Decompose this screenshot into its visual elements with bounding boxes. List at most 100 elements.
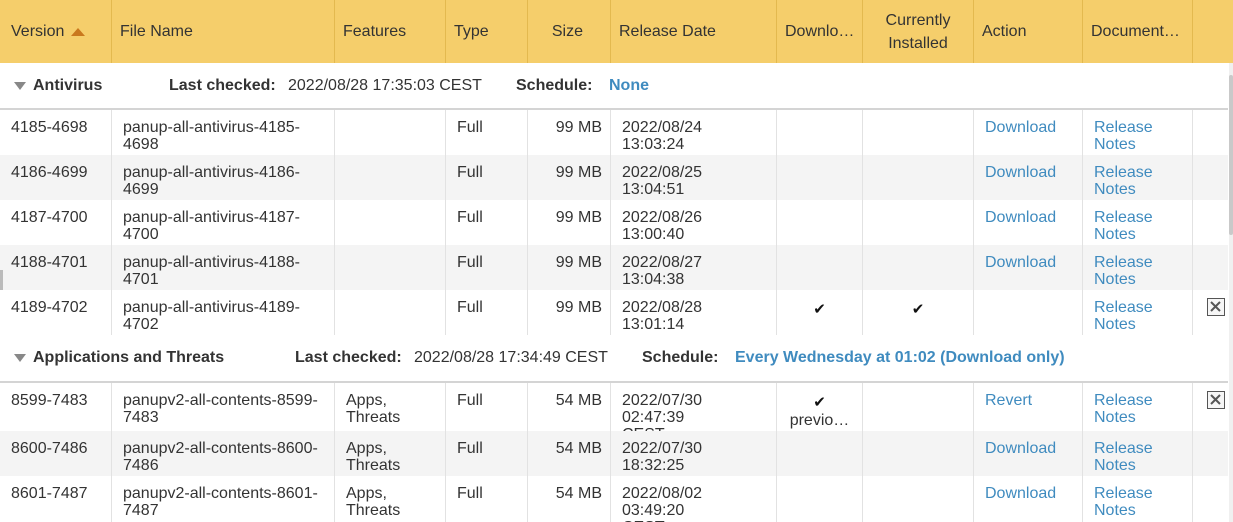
cell-doc: Release Notes xyxy=(1083,110,1193,155)
version-text: 4185-4698 xyxy=(11,119,88,136)
cell-size: 99 MB xyxy=(528,200,611,245)
release-date-text: 2022/08/28 13:01:14 xyxy=(622,299,703,333)
column-header-label: Release Date xyxy=(619,22,716,40)
cell-file: panup-all-antivirus-4187- 4700 xyxy=(112,200,335,245)
cell-features xyxy=(335,155,446,200)
resize-handle[interactable] xyxy=(0,270,3,290)
download-link[interactable]: Download xyxy=(985,119,1074,136)
scrollbar-thumb[interactable] xyxy=(1229,75,1233,235)
last-checked-label: Last checked: xyxy=(295,349,402,366)
column-header-release-date[interactable]: Release Date xyxy=(611,0,777,63)
cell-downloaded xyxy=(777,155,863,200)
collapse-triangle-icon xyxy=(14,354,26,362)
cell-doc: Release Notes xyxy=(1083,290,1193,335)
table-row[interactable]: 4186-4699 panup-all-antivirus-4186- 4699 Fu… xyxy=(0,155,1228,200)
file-name-text: panup-all-antivirus-4189- xyxy=(123,299,300,316)
cell-version: 8601-7487 xyxy=(0,476,112,522)
download-link[interactable]: Download xyxy=(985,485,1074,502)
table-row[interactable]: 4189-4702 panup-all-antivirus-4189- 4702 Fu… xyxy=(0,290,1228,335)
release-notes-link[interactable]: Release Notes xyxy=(1094,485,1184,519)
column-header-file-name[interactable]: File Name xyxy=(112,0,335,63)
release-notes-link[interactable]: Release Notes xyxy=(1094,440,1184,474)
release-date-text: 2022/08/26 13:00:40 xyxy=(622,209,703,243)
cell-date: 2022/08/02 03:49:20CEST xyxy=(611,476,777,522)
cell-action xyxy=(974,290,1083,335)
download-link[interactable]: Download xyxy=(985,209,1074,226)
schedule-link[interactable]: None xyxy=(609,63,649,108)
table-row[interactable]: 8601-7487 panupv2-all-contents-8601- 7487 A… xyxy=(0,476,1228,522)
column-header-label: Size xyxy=(551,22,583,40)
cell-features: Apps, Threats xyxy=(335,431,446,476)
cell-type: Full xyxy=(446,431,528,476)
group-toggle[interactable]: Antivirus xyxy=(14,63,102,108)
column-header-downloaded[interactable]: Downlo… xyxy=(777,0,863,63)
release-notes-link-line: Release xyxy=(1094,392,1153,409)
installed-checkmark-icon: ✔ xyxy=(911,301,925,318)
column-header-label: Downlo… xyxy=(785,22,855,40)
features-text: Apps, xyxy=(346,392,387,409)
column-header-size[interactable]: Size xyxy=(528,0,611,63)
file-name-text: 4698 xyxy=(123,136,159,153)
release-notes-link-line: Release xyxy=(1094,440,1153,457)
cell-date: 2022/08/28 13:01:14CEST xyxy=(611,290,777,335)
cell-action: Download xyxy=(974,110,1083,155)
last-checked-label: Last checked: xyxy=(169,76,276,94)
cell-installed xyxy=(863,155,974,200)
table-row[interactable]: 4185-4698 panup-all-antivirus-4185- 4698 Fu… xyxy=(0,110,1228,155)
cell-installed xyxy=(863,110,974,155)
table-row[interactable]: 4187-4700 panup-all-antivirus-4187- 4700 Fu… xyxy=(0,200,1228,245)
downloaded-checkmark-icon xyxy=(779,209,860,211)
release-notes-link-line: Release xyxy=(1094,209,1153,226)
release-notes-link[interactable]: Release Notes xyxy=(1094,209,1184,243)
release-notes-link[interactable]: Release Notes xyxy=(1094,164,1184,198)
schedule-label: Schedule: xyxy=(516,76,593,94)
table-row[interactable]: 8600-7486 panupv2-all-contents-8600- 7486 A… xyxy=(0,431,1228,476)
download-link[interactable]: Download xyxy=(985,164,1074,181)
table-row[interactable]: 4188-4701 panup-all-antivirus-4188- 4701 Fu… xyxy=(0,245,1228,290)
file-name-text: 7486 xyxy=(123,457,159,474)
download-link[interactable]: Download xyxy=(985,440,1074,457)
release-date-text: 2022/07/30 02:47:39 xyxy=(622,392,703,426)
release-notes-link[interactable]: Release Notes xyxy=(1094,299,1184,333)
column-header-documentation[interactable]: Document… xyxy=(1083,0,1193,63)
column-header-type[interactable]: Type xyxy=(446,0,528,63)
release-notes-link[interactable]: Release Notes xyxy=(1094,392,1184,426)
cell-version: 4189-4702 xyxy=(0,290,112,335)
column-header-label: File Name xyxy=(120,22,193,40)
column-header-features[interactable]: Features xyxy=(335,0,446,63)
cell-features xyxy=(335,245,446,290)
download-link[interactable]: Download xyxy=(985,254,1074,271)
group-header: Applications and Threats Last checked: 202… xyxy=(0,335,1228,383)
group-toggle[interactable]: Applications and Threats xyxy=(14,335,224,381)
cell-doc: Release Notes xyxy=(1083,200,1193,245)
file-name-text: panupv2-all-contents-8600- xyxy=(123,440,318,457)
file-name-text: 4700 xyxy=(123,226,159,243)
schedule-link[interactable]: Every Wednesday at 01:02 (Download only) xyxy=(735,335,1065,381)
cell-size: 54 MB xyxy=(528,476,611,522)
column-header-currently-installed[interactable]: Currently Installed xyxy=(863,0,974,63)
cell-action: Download xyxy=(974,155,1083,200)
collapse-triangle-icon xyxy=(14,81,26,90)
release-date-text: 2022/07/30 18:32:25 xyxy=(622,440,703,474)
release-notes-link[interactable]: Release Notes xyxy=(1094,254,1184,288)
cell-type: Full xyxy=(446,290,528,335)
cell-date: 2022/08/27 13:04:38CEST xyxy=(611,245,777,290)
cell-type: Full xyxy=(446,110,528,155)
table-row[interactable]: 8599-7483 panupv2-all-contents-8599- 7483 A… xyxy=(0,383,1228,431)
cell-type: Full xyxy=(446,200,528,245)
file-name-text: panupv2-all-contents-8599- xyxy=(123,392,318,409)
column-header-version[interactable]: Version xyxy=(0,0,112,63)
version-text: 4187-4700 xyxy=(11,209,88,226)
installed-checkmark-icon xyxy=(865,119,971,121)
release-notes-link[interactable]: Release Notes xyxy=(1094,119,1184,153)
remove-close-icon[interactable] xyxy=(1207,391,1225,409)
cell-downloaded xyxy=(777,200,863,245)
remove-close-icon[interactable] xyxy=(1207,298,1225,316)
cell-downloaded xyxy=(777,245,863,290)
cell-features xyxy=(335,110,446,155)
cell-size: 99 MB xyxy=(528,290,611,335)
revert-link[interactable]: Revert xyxy=(985,392,1074,409)
installed-checkmark-icon xyxy=(865,254,971,256)
column-header-action[interactable]: Action xyxy=(974,0,1083,63)
downloaded-checkmark-icon xyxy=(779,119,860,121)
